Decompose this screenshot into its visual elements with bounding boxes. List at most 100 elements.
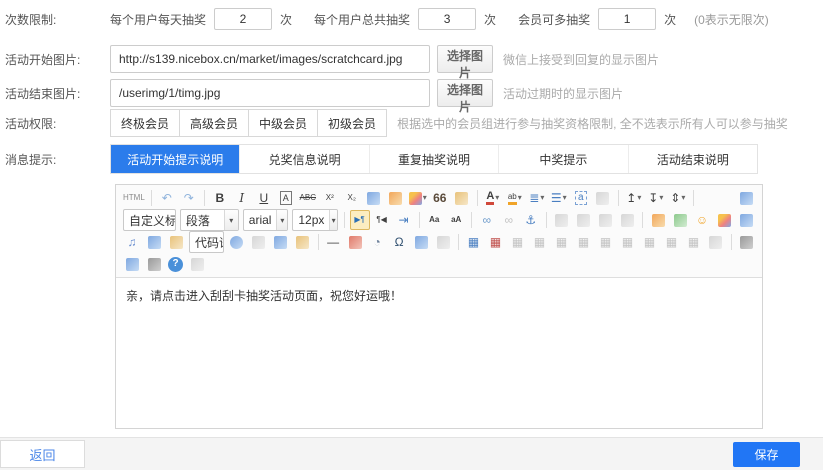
start-image-pick-button[interactable]: 选择图片 bbox=[437, 45, 493, 73]
end-image-pick-button[interactable]: 选择图片 bbox=[437, 79, 493, 107]
attachment-icon[interactable] bbox=[144, 232, 164, 252]
underline-icon[interactable]: U bbox=[254, 188, 274, 208]
find-replace-icon[interactable] bbox=[144, 254, 164, 274]
paragraph-select[interactable]: 段落▾ bbox=[180, 209, 239, 231]
source-code-icon[interactable]: HTML bbox=[122, 188, 146, 208]
table-sort-icon[interactable] bbox=[706, 232, 726, 252]
auto-typeset-icon[interactable]: ▾ bbox=[408, 188, 428, 208]
font-color-icon[interactable]: A▾ bbox=[483, 188, 503, 208]
total-input[interactable] bbox=[418, 8, 476, 30]
split-col-icon[interactable]: ▦ bbox=[684, 232, 704, 252]
toolbar-separator bbox=[693, 190, 694, 206]
font-border-icon[interactable]: A bbox=[276, 188, 296, 208]
merge-down-icon[interactable]: ▦ bbox=[640, 232, 660, 252]
tab-message-4[interactable]: 中奖提示 bbox=[498, 145, 627, 173]
back-button[interactable]: 返回 bbox=[0, 440, 85, 468]
spellcheck-icon[interactable] bbox=[433, 232, 453, 252]
tab-message-3[interactable]: 重复抽奖说明 bbox=[369, 145, 498, 173]
line-height-icon[interactable]: ⇕▾ bbox=[668, 188, 688, 208]
redo-icon[interactable]: ↷ bbox=[179, 188, 199, 208]
custom-title-select[interactable]: 自定义标题▾ bbox=[123, 209, 176, 231]
settings-form: 次数限制: 每个用户每天抽奖 次 每个用户总共抽奖 次 会员可多抽奖 次 (0表… bbox=[0, 0, 823, 429]
subscript-icon[interactable]: X₂ bbox=[342, 188, 362, 208]
screenshot-icon[interactable] bbox=[670, 210, 690, 230]
superscript-icon[interactable]: X² bbox=[320, 188, 340, 208]
start-image-input[interactable] bbox=[110, 45, 430, 73]
end-image-input[interactable] bbox=[110, 79, 430, 107]
paste-filter-icon[interactable] bbox=[452, 188, 472, 208]
tab-message-1[interactable]: 活动开始提示说明 bbox=[111, 145, 239, 173]
image-align-center-icon[interactable] bbox=[573, 210, 593, 230]
paragraph-select-value: 段落 bbox=[181, 212, 224, 229]
anchor-ref-icon[interactable]: a bbox=[571, 188, 591, 208]
insert-date-icon[interactable] bbox=[345, 232, 365, 252]
font-family-select[interactable]: arial▾ bbox=[243, 209, 289, 231]
insert-code-icon[interactable] bbox=[227, 232, 247, 252]
blank-doc-icon[interactable] bbox=[593, 188, 613, 208]
paste-icon[interactable] bbox=[187, 254, 207, 274]
tab-message-2[interactable]: 兑奖信息说明 bbox=[239, 145, 368, 173]
highlight-color-icon[interactable]: ab▾ bbox=[505, 188, 525, 208]
toolbar-row-1: HTML ↶↷ BIUAABCX²X₂ ▾66 A▾ab▾≣▾☰▾a ↥▾↧▾⇕▾ bbox=[118, 187, 760, 209]
ordered-list-icon[interactable]: ≣▾ bbox=[527, 188, 547, 208]
insert-map-icon[interactable] bbox=[166, 232, 186, 252]
insert-row-icon[interactable]: ▦ bbox=[508, 232, 528, 252]
background-icon[interactable] bbox=[293, 232, 313, 252]
blockquote-icon[interactable]: 66 bbox=[430, 188, 450, 208]
editor-content[interactable]: 亲，请点击进入刮刮卡抽奖活动页面，祝您好运哦！ bbox=[116, 278, 762, 428]
italic-icon[interactable]: I bbox=[232, 188, 252, 208]
formula-icon[interactable] bbox=[411, 232, 431, 252]
horizontal-rule-icon[interactable]: — bbox=[323, 232, 343, 252]
first-letter-upper-icon[interactable]: Aa bbox=[424, 210, 444, 230]
member-group-button-1[interactable]: 终极会员 bbox=[110, 109, 180, 137]
per-day-input[interactable] bbox=[214, 8, 272, 30]
code-language-select[interactable]: 代码语言▾ bbox=[189, 231, 224, 253]
fullscreen-icon[interactable] bbox=[736, 188, 756, 208]
delete-col-icon[interactable]: ▦ bbox=[574, 232, 594, 252]
anchor-icon[interactable]: ⚓ bbox=[521, 210, 541, 230]
image-align-none-icon[interactable] bbox=[617, 210, 637, 230]
insert-music-icon[interactable]: ♫ bbox=[122, 232, 142, 252]
member-group-button-2[interactable]: 高级会员 bbox=[179, 109, 249, 137]
strikethrough-icon[interactable]: ABC bbox=[298, 188, 318, 208]
image-align-left-icon[interactable] bbox=[551, 210, 571, 230]
link-icon[interactable]: ∞ bbox=[477, 210, 497, 230]
merge-right-icon[interactable]: ▦ bbox=[618, 232, 638, 252]
member-group-button-3[interactable]: 中级会员 bbox=[248, 109, 318, 137]
insert-video-icon[interactable] bbox=[736, 210, 756, 230]
first-letter-lower-icon[interactable]: aA bbox=[446, 210, 466, 230]
template-icon[interactable] bbox=[271, 232, 291, 252]
save-button[interactable]: 保存 bbox=[733, 442, 800, 467]
scrawl-icon[interactable] bbox=[714, 210, 734, 230]
member-extra-input[interactable] bbox=[598, 8, 656, 30]
emotion-icon[interactable]: ☺ bbox=[692, 210, 712, 230]
insert-time-icon[interactable]: ◔ bbox=[367, 232, 387, 252]
font-size-select[interactable]: 12px▾ bbox=[292, 209, 338, 231]
merge-cells-icon[interactable]: ▦ bbox=[596, 232, 616, 252]
help-icon[interactable]: ? bbox=[168, 257, 183, 272]
undo-icon[interactable]: ↶ bbox=[157, 188, 177, 208]
tab-message-5[interactable]: 活动结束说明 bbox=[628, 145, 757, 173]
page-break-icon[interactable] bbox=[249, 232, 269, 252]
dir-rtl-icon[interactable]: ¶◀ bbox=[372, 210, 392, 230]
paragraph-bottom-spacing-icon[interactable]: ↧▾ bbox=[646, 188, 666, 208]
bold-icon[interactable]: B bbox=[210, 188, 230, 208]
insert-col-icon[interactable]: ▦ bbox=[530, 232, 550, 252]
member-group-button-4[interactable]: 初级会员 bbox=[317, 109, 387, 137]
paragraph-top-spacing-icon[interactable]: ↥▾ bbox=[624, 188, 644, 208]
delete-table-icon[interactable]: ▦ bbox=[486, 232, 506, 252]
format-brush-icon[interactable] bbox=[386, 188, 406, 208]
print-icon[interactable] bbox=[736, 232, 756, 252]
delete-row-icon[interactable]: ▦ bbox=[552, 232, 572, 252]
unlink-icon[interactable]: ∞ bbox=[499, 210, 519, 230]
insert-image-icon[interactable] bbox=[648, 210, 668, 230]
special-chars-icon[interactable]: Ω bbox=[389, 232, 409, 252]
split-row-icon[interactable]: ▦ bbox=[662, 232, 682, 252]
indent-icon[interactable]: ⇥ bbox=[394, 210, 414, 230]
insert-table-icon[interactable]: ▦ bbox=[464, 232, 484, 252]
format-clear-icon[interactable] bbox=[364, 188, 384, 208]
preview-icon[interactable] bbox=[122, 254, 142, 274]
image-align-right-icon[interactable] bbox=[595, 210, 615, 230]
dir-ltr-icon[interactable]: ▶¶ bbox=[350, 210, 370, 230]
unordered-list-icon[interactable]: ☰▾ bbox=[549, 188, 569, 208]
